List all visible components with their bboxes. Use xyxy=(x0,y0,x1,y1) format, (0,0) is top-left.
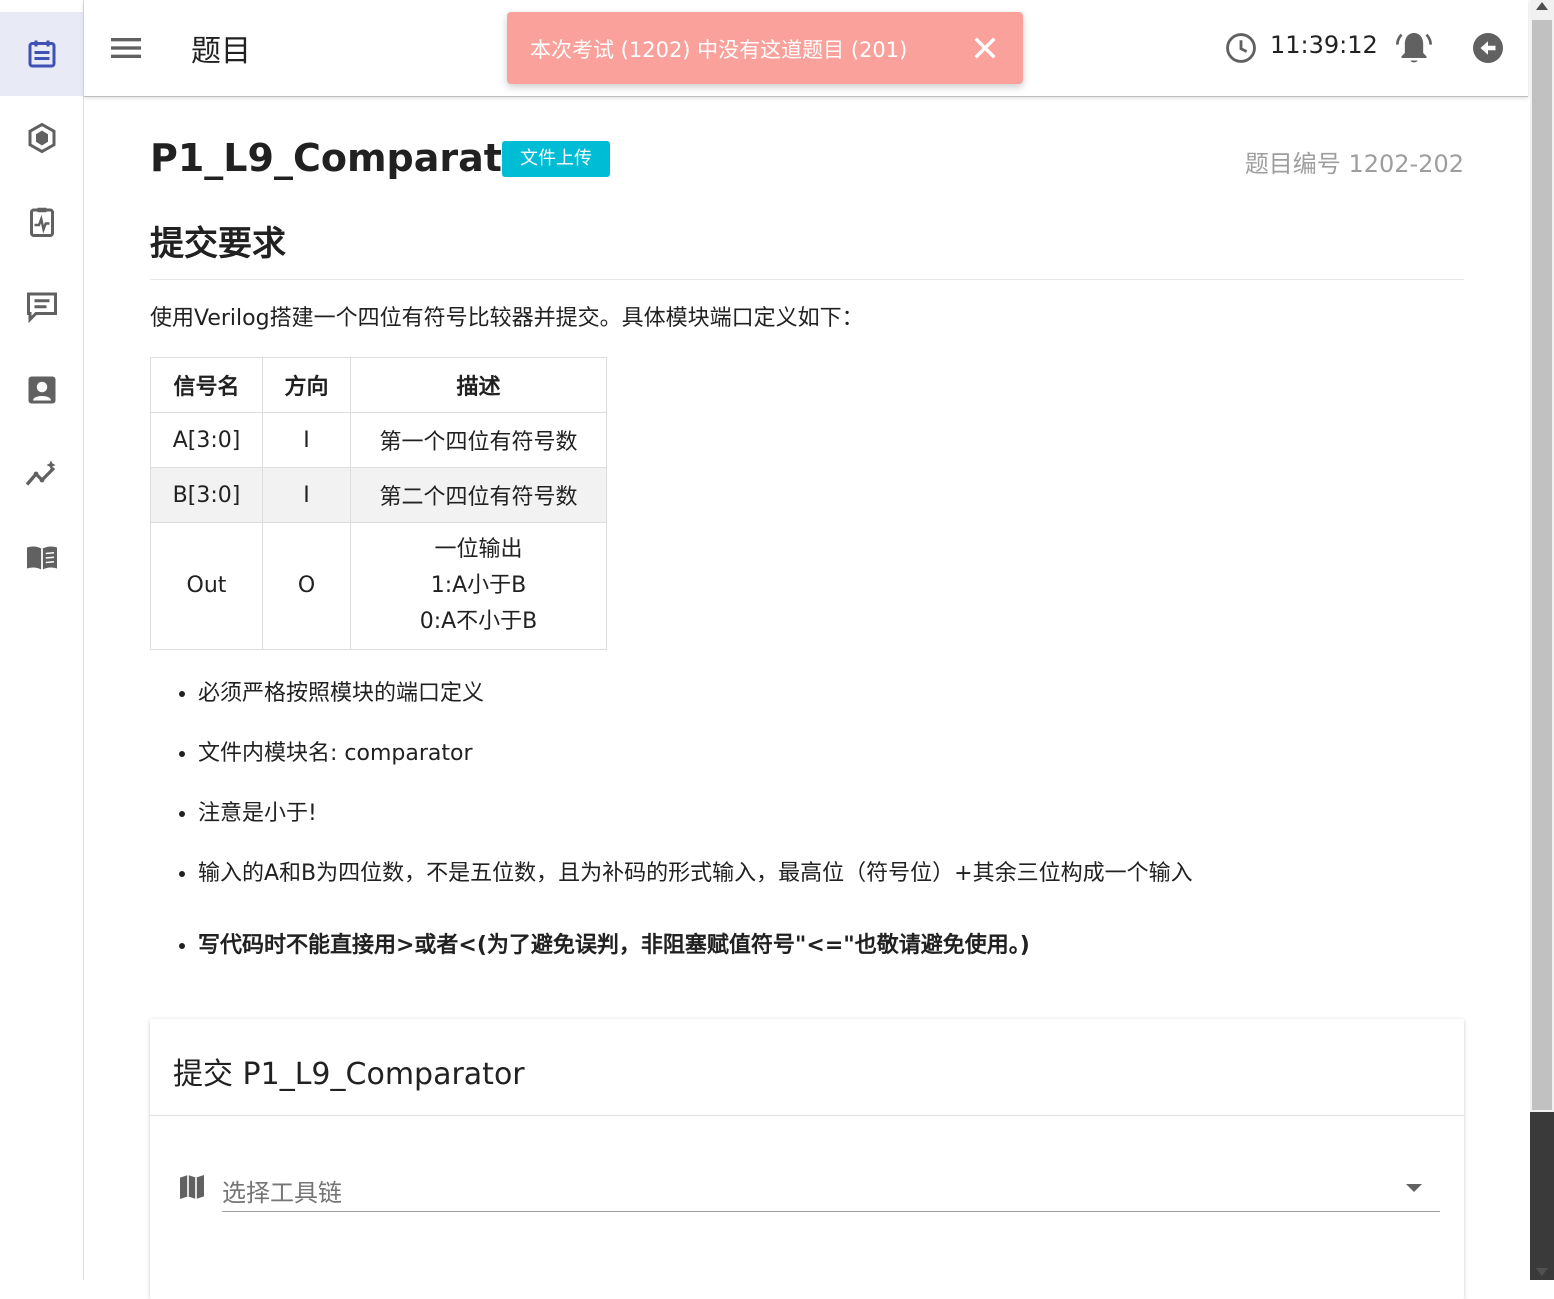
message-icon xyxy=(26,292,57,324)
book-icon xyxy=(26,546,57,570)
problem-title: P1_L9_Comparator xyxy=(150,136,547,180)
nav-item-tasks[interactable] xyxy=(0,180,83,264)
desc-line: 0:A不小于B xyxy=(419,609,538,634)
table-cell: A[3:0] xyxy=(150,412,263,468)
port-table: 信号名 方向 描述 A[3:0] I 第一个四位有符号数 B[3:0] I 第二… xyxy=(150,357,607,650)
list-item: 写代码时不能直接用>或者<(为了避免误判，非阻塞赋值符号"<="也敬请避免使用。… xyxy=(198,918,1458,978)
scroll-down-arrow[interactable] xyxy=(1536,1268,1548,1276)
chart-line-icon xyxy=(25,460,55,486)
map-icon xyxy=(180,1175,204,1199)
scroll-thumb[interactable] xyxy=(1532,20,1552,1110)
scroll-track[interactable] xyxy=(1530,1112,1554,1280)
table-cell: 第二个四位有符号数 xyxy=(350,467,607,523)
toast-message: 本次考试 (1202) 中没有这道题目 (201) xyxy=(530,38,908,62)
nav-item-stats[interactable] xyxy=(0,432,83,516)
clipboard-pulse-icon xyxy=(29,207,54,237)
sidebar xyxy=(0,0,84,1280)
section-title: 提交要求 xyxy=(150,216,1464,280)
divider xyxy=(150,1115,1464,1116)
clock-icon xyxy=(1226,33,1256,63)
desc-line: 1:A小于B xyxy=(430,573,527,598)
requirement-list: 必须严格按照模块的端口定义 文件内模块名: comparator 注意是小于! … xyxy=(174,666,1458,978)
close-icon[interactable] xyxy=(969,32,1001,64)
submit-card: 提交 P1_L9_Comparator 选择工具链 xyxy=(150,1019,1464,1299)
nav-item-profile[interactable] xyxy=(0,348,83,432)
table-cell: Out xyxy=(150,522,263,650)
chevron-down-icon xyxy=(1406,1184,1422,1192)
table-cell: I xyxy=(262,412,351,468)
page-scrollbar[interactable] xyxy=(1530,0,1554,1280)
clock-time: 11:39:12 xyxy=(1270,31,1378,59)
list-item: 输入的A和B为四位数，不是五位数，且为补码的形式输入，最高位（符号位）+其余三位… xyxy=(198,846,1458,906)
menu-icon[interactable] xyxy=(106,28,146,68)
list-item: 注意是小于! xyxy=(198,786,1458,846)
table-cell: B[3:0] xyxy=(150,467,263,523)
account-box-icon xyxy=(28,376,55,404)
problem-intro: 使用Verilog搭建一个四位有符号比较器并提交。具体模块端口定义如下： xyxy=(150,306,864,331)
calendar-icon xyxy=(28,40,55,68)
table-row: A[3:0] I 第一个四位有符号数 xyxy=(150,412,607,468)
error-toast: 本次考试 (1202) 中没有这道题目 (201) xyxy=(507,12,1023,84)
page-title: 题目 xyxy=(191,34,251,69)
submit-card-title: 提交 P1_L9_Comparator xyxy=(173,1057,525,1092)
scroll-up-arrow[interactable] xyxy=(1536,2,1548,10)
table-cell: O xyxy=(262,522,351,650)
nav-item-messages[interactable] xyxy=(0,264,83,348)
list-item: 文件内模块名: comparator xyxy=(198,726,1458,786)
cube-icon xyxy=(28,122,55,154)
table-header-row: 信号名 方向 描述 xyxy=(150,357,607,413)
table-cell: 第一个四位有符号数 xyxy=(350,412,607,468)
problem-id: 题目编号 1202-202 xyxy=(1244,150,1464,178)
nav-item-modules[interactable] xyxy=(0,96,83,180)
nav-item-docs[interactable] xyxy=(0,516,83,600)
toolchain-placeholder: 选择工具链 xyxy=(222,1179,342,1207)
back-arrow-icon[interactable] xyxy=(1470,30,1506,66)
table-row: B[3:0] I 第二个四位有符号数 xyxy=(150,467,607,523)
bell-ring-icon[interactable] xyxy=(1394,28,1434,68)
desc-line: 一位输出 xyxy=(434,537,523,562)
table-header: 方向 xyxy=(262,357,351,413)
problem-type-badge: 文件上传 xyxy=(502,141,610,177)
table-row: Out O 一位输出 1:A小于B 0:A不小于B xyxy=(150,522,607,650)
table-header: 信号名 xyxy=(150,357,263,413)
table-header: 描述 xyxy=(350,357,607,413)
toolchain-select[interactable]: 选择工具链 xyxy=(222,1167,1440,1212)
list-item: 必须严格按照模块的端口定义 xyxy=(198,666,1458,726)
table-cell: I xyxy=(262,467,351,523)
nav-item-exam[interactable] xyxy=(0,12,83,96)
table-cell: 一位输出 1:A小于B 0:A不小于B xyxy=(350,522,607,650)
